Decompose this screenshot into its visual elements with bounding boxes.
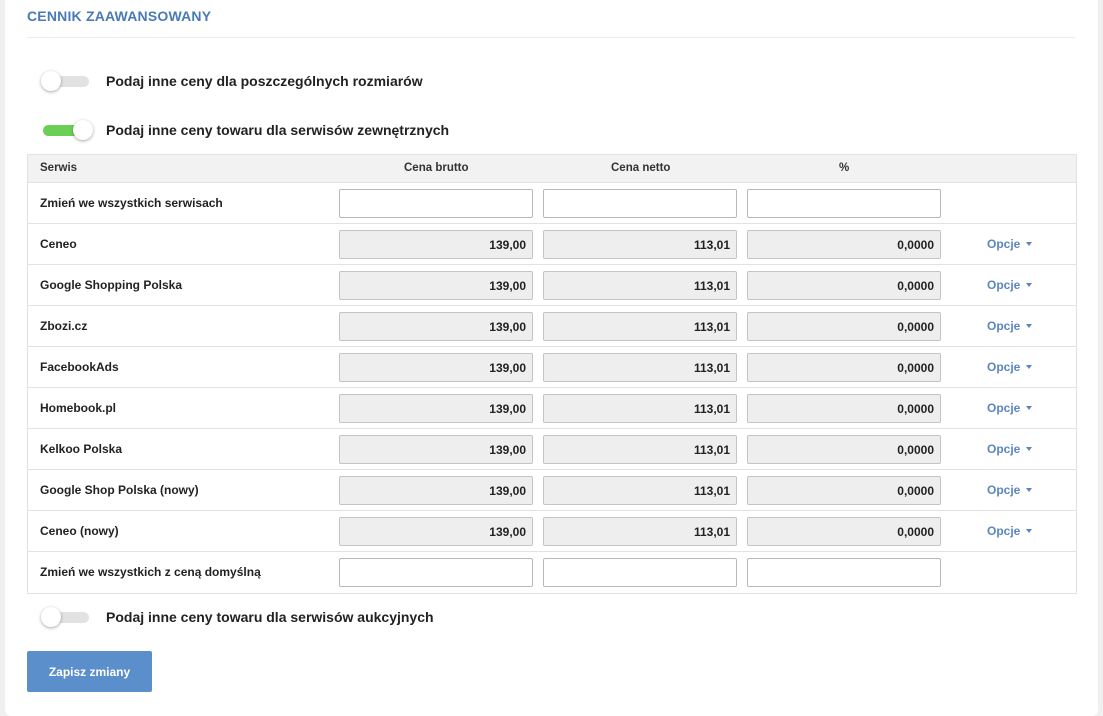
- advanced-pricing-panel: CENNIK ZAAWANSOWANY Podaj inne ceny dla …: [5, 0, 1098, 716]
- options-label: Opcje: [987, 401, 1021, 415]
- options-label: Opcje: [987, 442, 1021, 456]
- percent-input[interactable]: [747, 230, 941, 259]
- header-percent: %: [839, 162, 850, 174]
- header-service: Serwis: [40, 162, 78, 174]
- toggle-knob: [73, 120, 93, 140]
- change-all-net-input[interactable]: [543, 189, 737, 218]
- auction-services-toggle-label: Podaj inne ceny towaru dla serwisów aukc…: [106, 609, 434, 625]
- service-name: Kelkoo Polska: [40, 442, 123, 456]
- toggle-row-sizes: Podaj inne ceny dla poszczególnych rozmi…: [41, 69, 423, 93]
- percent-input[interactable]: [747, 435, 941, 464]
- net-price-input[interactable]: [543, 312, 737, 341]
- caret-down-icon: [1026, 406, 1033, 410]
- caret-down-icon: [1026, 529, 1033, 533]
- caret-down-icon: [1026, 242, 1033, 246]
- header-net-price: Cena netto: [611, 162, 671, 174]
- service-name: FacebookAds: [40, 360, 119, 374]
- caret-down-icon: [1026, 488, 1033, 492]
- auction-services-price-toggle[interactable]: [41, 607, 91, 627]
- toggle-knob: [41, 71, 61, 91]
- save-changes-button[interactable]: Zapisz zmiany: [27, 651, 152, 692]
- table-row: FacebookAds Opcje: [28, 347, 1076, 388]
- service-name: Ceneo (nowy): [40, 524, 119, 538]
- options-label: Opcje: [987, 319, 1021, 333]
- table-row: Google Shop Polska (nowy) Opcje: [28, 470, 1076, 511]
- gross-price-input[interactable]: [339, 476, 533, 505]
- caret-down-icon: [1026, 283, 1033, 287]
- table-row: Google Shopping Polska Opcje: [28, 265, 1076, 306]
- change-all-percent-input[interactable]: [747, 189, 941, 218]
- gross-price-input[interactable]: [339, 435, 533, 464]
- options-dropdown[interactable]: Opcje: [987, 237, 1033, 251]
- gross-price-input[interactable]: [339, 271, 533, 300]
- percent-input[interactable]: [747, 353, 941, 382]
- table-row: Homebook.pl Opcje: [28, 388, 1076, 429]
- service-name: Homebook.pl: [40, 401, 117, 415]
- services-price-table: Serwis Cena brutto Cena netto % Zmień we…: [27, 154, 1077, 594]
- table-row: Kelkoo Polska Opcje: [28, 429, 1076, 470]
- options-dropdown[interactable]: Opcje: [987, 524, 1033, 538]
- header-gross-price: Cena brutto: [404, 162, 469, 174]
- options-dropdown[interactable]: Opcje: [987, 278, 1033, 292]
- gross-price-input[interactable]: [339, 394, 533, 423]
- net-price-input[interactable]: [543, 517, 737, 546]
- change-default-percent-input[interactable]: [747, 558, 941, 587]
- gross-price-input[interactable]: [339, 230, 533, 259]
- options-label: Opcje: [987, 237, 1021, 251]
- change-default-net-input[interactable]: [543, 558, 737, 587]
- change-all-default-row: Zmień we wszystkich z ceną domyślną: [28, 552, 1076, 593]
- change-all-row: Zmień we wszystkich serwisach: [28, 183, 1076, 224]
- caret-down-icon: [1026, 324, 1033, 328]
- net-price-input[interactable]: [543, 230, 737, 259]
- percent-input[interactable]: [747, 271, 941, 300]
- gross-price-input[interactable]: [339, 353, 533, 382]
- percent-input[interactable]: [747, 312, 941, 341]
- service-name: Google Shopping Polska: [40, 278, 183, 292]
- table-row: Ceneo (nowy) Opcje: [28, 511, 1076, 552]
- options-dropdown[interactable]: Opcje: [987, 401, 1033, 415]
- gross-price-input[interactable]: [339, 517, 533, 546]
- options-dropdown[interactable]: Opcje: [987, 442, 1033, 456]
- caret-down-icon: [1026, 447, 1033, 451]
- external-services-toggle-label: Podaj inne ceny towaru dla serwisów zewn…: [106, 122, 450, 138]
- options-label: Opcje: [987, 360, 1021, 374]
- title-divider: [27, 37, 1075, 38]
- service-name: Google Shop Polska (nowy): [40, 483, 199, 497]
- net-price-input[interactable]: [543, 476, 737, 505]
- options-dropdown[interactable]: Opcje: [987, 319, 1033, 333]
- options-label: Opcje: [987, 483, 1021, 497]
- percent-input[interactable]: [747, 394, 941, 423]
- net-price-input[interactable]: [543, 394, 737, 423]
- options-dropdown[interactable]: Opcje: [987, 483, 1033, 497]
- service-name: Ceneo: [40, 237, 77, 251]
- options-label: Opcje: [987, 278, 1021, 292]
- change-default-gross-input[interactable]: [339, 558, 533, 587]
- net-price-input[interactable]: [543, 271, 737, 300]
- options-label: Opcje: [987, 524, 1021, 538]
- table-header: Serwis Cena brutto Cena netto %: [28, 154, 1076, 183]
- toggle-row-external: Podaj inne ceny towaru dla serwisów zewn…: [41, 118, 449, 142]
- toggle-row-auction: Podaj inne ceny towaru dla serwisów aukc…: [41, 605, 434, 629]
- external-services-price-toggle[interactable]: [41, 120, 93, 140]
- options-dropdown[interactable]: Opcje: [987, 360, 1033, 374]
- gross-price-input[interactable]: [339, 312, 533, 341]
- net-price-input[interactable]: [543, 353, 737, 382]
- caret-down-icon: [1026, 365, 1033, 369]
- table-row: Zbozi.cz Opcje: [28, 306, 1076, 347]
- section-title: CENNIK ZAAWANSOWANY: [27, 8, 212, 24]
- change-all-gross-input[interactable]: [339, 189, 533, 218]
- change-all-default-label: Zmień we wszystkich z ceną domyślną: [40, 565, 261, 579]
- percent-input[interactable]: [747, 476, 941, 505]
- percent-input[interactable]: [747, 517, 941, 546]
- change-all-label: Zmień we wszystkich serwisach: [40, 196, 223, 210]
- service-name: Zbozi.cz: [40, 319, 88, 333]
- sizes-price-toggle[interactable]: [41, 71, 91, 91]
- net-price-input[interactable]: [543, 435, 737, 464]
- toggle-knob: [41, 607, 61, 627]
- sizes-price-toggle-label: Podaj inne ceny dla poszczególnych rozmi…: [106, 73, 423, 89]
- table-row: Ceneo Opcje: [28, 224, 1076, 265]
